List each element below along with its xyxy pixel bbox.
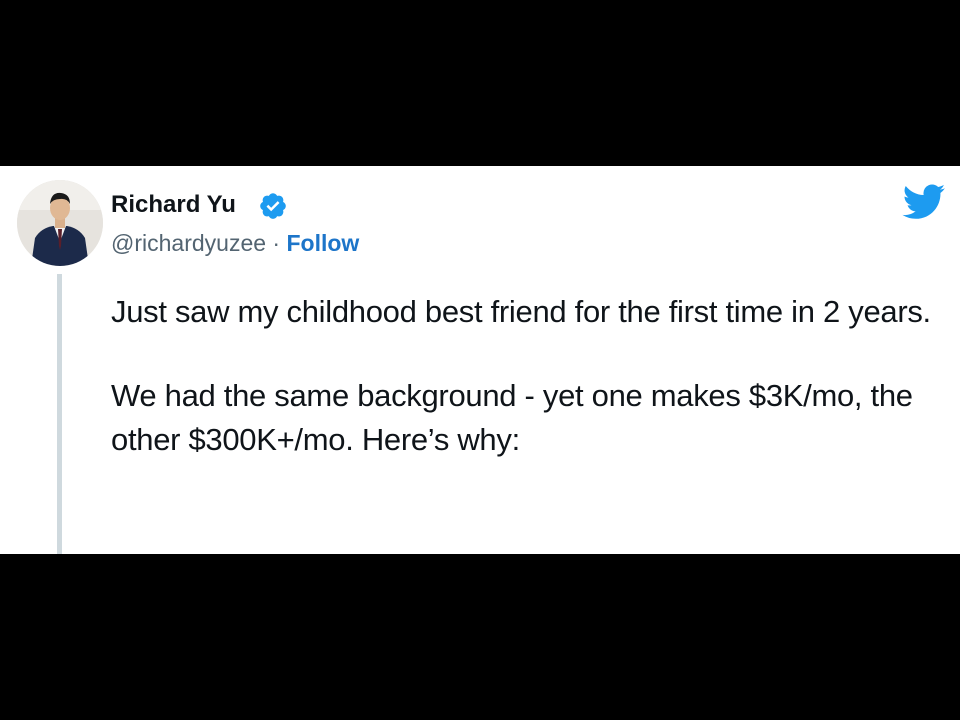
tweet-paragraph: Just saw my childhood best friend for th… bbox=[111, 294, 931, 329]
separator-dot: · bbox=[272, 230, 281, 256]
twitter-bird-icon[interactable] bbox=[902, 184, 946, 220]
tweet-paragraph: We had the same background - yet one mak… bbox=[111, 378, 913, 457]
verified-badge-icon bbox=[260, 193, 286, 219]
follow-button[interactable]: Follow bbox=[286, 230, 359, 256]
author-handle[interactable]: @richardyuzee bbox=[111, 230, 266, 256]
thread-line bbox=[57, 274, 62, 554]
tweet-card: Richard Yu @richardyuzee · Follow Just s… bbox=[0, 166, 960, 554]
avatar[interactable] bbox=[17, 180, 103, 266]
tweet-text: Just saw my childhood best friend for th… bbox=[111, 290, 951, 462]
author-name[interactable]: Richard Yu bbox=[111, 191, 236, 219]
handle-row: @richardyuzee · Follow bbox=[111, 229, 359, 257]
